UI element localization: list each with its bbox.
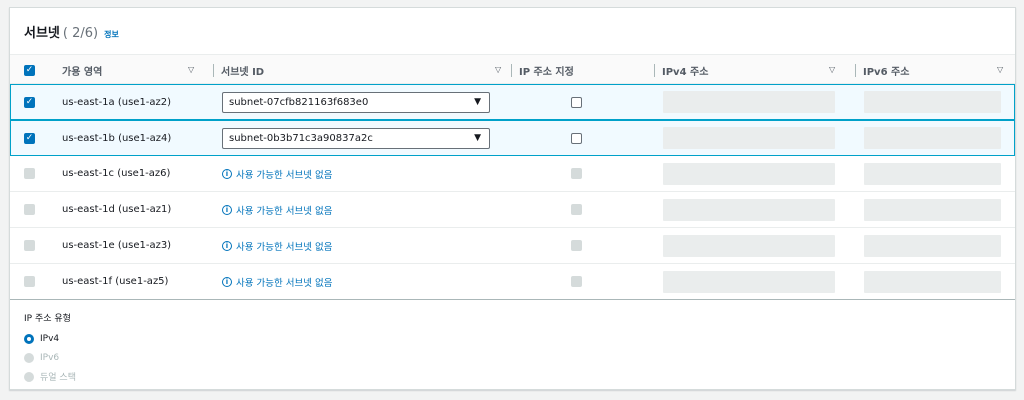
table-row[interactable]: ✓ us-east-1a (use1-az2) subnet-07cfb8211… [10, 84, 1015, 120]
column-az[interactable]: 가용 영역 ▽ [62, 55, 202, 85]
column-divider [213, 64, 214, 77]
column-az-label: 가용 영역 [62, 66, 103, 78]
column-divider [511, 64, 512, 77]
subnet-select[interactable]: subnet-07cfb821163f683e0 ▼ [222, 91, 490, 113]
ipv6-address-field [864, 198, 1001, 221]
availability-zone: us-east-1a (use1-az2) [62, 96, 172, 108]
availability-zone: us-east-1c (use1-az6) [62, 168, 171, 179]
subnet-select-value: subnet-07cfb821163f683e0 [229, 96, 369, 108]
row-checkbox [24, 204, 35, 215]
sort-caret-icon: ▽ [495, 65, 502, 74]
info-link[interactable]: 정보 [104, 29, 119, 40]
column-ipv6-label: IPv6 주소 [863, 66, 910, 78]
table-row: us-east-1f (use1-az5) i 사용 가능한 서브넷 없음 [10, 264, 1015, 300]
ip-address-type-label: IP 주소 유형 [24, 314, 71, 324]
info-icon: i [222, 276, 232, 287]
auto-assign-ip-checkbox[interactable] [571, 96, 582, 108]
row-checkbox[interactable]: ✓ [24, 132, 35, 144]
auto-assign-ip-checkbox [571, 276, 582, 287]
subnet-select[interactable]: subnet-0b3b71c3a90837a2c ▼ [222, 127, 490, 149]
availability-zone: us-east-1b (use1-az4) [62, 132, 172, 144]
column-ipv4[interactable]: IPv4 주소 ▽ [654, 55, 842, 85]
availability-zone: us-east-1d (use1-az1) [62, 204, 172, 215]
radio-dual-stack: 듀얼 스택 [24, 367, 76, 386]
auto-assign-ip-checkbox [571, 168, 582, 179]
ip-address-type-group: IP 주소 유형 IPv4 IPv6 듀얼 스택 [24, 311, 76, 386]
chevron-down-icon: ▼ [474, 132, 481, 143]
no-subnet-message: i 사용 가능한 서브넷 없음 [222, 203, 332, 217]
ipv4-address-field [663, 234, 835, 257]
select-all-checkbox[interactable]: ✓ [24, 64, 35, 76]
no-subnet-message: i 사용 가능한 서브넷 없음 [222, 167, 332, 181]
auto-assign-ip-checkbox [571, 240, 582, 251]
no-subnet-message: i 사용 가능한 서브넷 없음 [222, 275, 332, 289]
no-subnet-text: 사용 가능한 서브넷 없음 [236, 205, 333, 217]
no-subnet-message: i 사용 가능한 서브넷 없음 [222, 239, 332, 253]
panel-header: 서브넷 ( 2/6) 정보 [24, 22, 119, 41]
ipv4-address-field [663, 270, 835, 293]
radio-disabled-icon [24, 352, 34, 363]
radio-selected-icon [24, 333, 34, 344]
column-subnet-id[interactable]: 서브넷 ID ▽ [213, 55, 508, 85]
ipv4-address-field [663, 162, 835, 185]
table-row: us-east-1c (use1-az6) i 사용 가능한 서브넷 없음 [10, 156, 1015, 192]
info-icon: i [222, 204, 232, 215]
ipv6-address-field [864, 127, 1001, 149]
subnets-table: ✓ 가용 영역 ▽ 서브넷 ID ▽ IP 주소 지정 IPv4 주소 ▽ IP… [10, 54, 1015, 300]
info-icon: i [222, 240, 232, 251]
sort-caret-icon: ▽ [188, 65, 195, 74]
column-ip-assign-label: IP 주소 지정 [519, 66, 574, 78]
column-subnet-id-label: 서브넷 ID [221, 66, 265, 78]
ipv6-address-field [864, 162, 1001, 185]
ipv6-address-field [864, 234, 1001, 257]
column-ipv6[interactable]: IPv6 주소 ▽ [855, 55, 1008, 85]
auto-assign-ip-checkbox[interactable] [571, 132, 582, 144]
column-divider [654, 64, 655, 77]
no-subnet-text: 사용 가능한 서브넷 없음 [236, 241, 333, 253]
radio-ipv4[interactable]: IPv4 [24, 329, 76, 348]
auto-assign-ip-checkbox [571, 204, 582, 215]
row-checkbox[interactable]: ✓ [24, 96, 35, 108]
table-row: us-east-1d (use1-az1) i 사용 가능한 서브넷 없음 [10, 192, 1015, 228]
row-checkbox [24, 240, 35, 251]
row-checkbox [24, 168, 35, 179]
no-subnet-text: 사용 가능한 서브넷 없음 [236, 277, 333, 289]
ipv6-address-field [864, 270, 1001, 293]
radio-ipv6: IPv6 [24, 348, 76, 367]
availability-zone: us-east-1e (use1-az3) [62, 240, 172, 251]
sort-caret-icon: ▽ [997, 65, 1004, 74]
info-icon: i [222, 168, 232, 179]
table-row: us-east-1e (use1-az3) i 사용 가능한 서브넷 없음 [10, 228, 1015, 264]
subnets-panel: 서브넷 ( 2/6) 정보 ✓ 가용 영역 ▽ 서브넷 ID ▽ IP 주소 지… [9, 7, 1016, 390]
chevron-down-icon: ▼ [474, 96, 481, 107]
ipv4-address-field [663, 127, 835, 149]
column-ip-assign[interactable]: IP 주소 지정 [511, 55, 649, 85]
ipv4-address-field [663, 91, 835, 113]
subnet-select-value: subnet-0b3b71c3a90837a2c [229, 132, 373, 144]
row-checkbox [24, 276, 35, 287]
availability-zone: us-east-1f (use1-az5) [62, 276, 169, 287]
ipv6-address-field [864, 91, 1001, 113]
table-row[interactable]: ✓ us-east-1b (use1-az4) subnet-0b3b71c3a… [10, 120, 1015, 156]
ipv4-address-field [663, 198, 835, 221]
column-ipv4-label: IPv4 주소 [662, 66, 709, 78]
column-divider [855, 64, 856, 77]
radio-ipv6-label: IPv6 [40, 352, 60, 363]
radio-ipv4-label: IPv4 [40, 333, 60, 344]
table-header: ✓ 가용 영역 ▽ 서브넷 ID ▽ IP 주소 지정 IPv4 주소 ▽ IP… [10, 54, 1015, 84]
panel-title: 서브넷 [24, 26, 60, 41]
no-subnet-text: 사용 가능한 서브넷 없음 [236, 169, 333, 181]
sort-caret-icon: ▽ [829, 65, 836, 74]
radio-disabled-icon [24, 371, 34, 382]
radio-dual-stack-label: 듀얼 스택 [40, 373, 76, 383]
selection-count: ( 2/6) [62, 26, 99, 41]
